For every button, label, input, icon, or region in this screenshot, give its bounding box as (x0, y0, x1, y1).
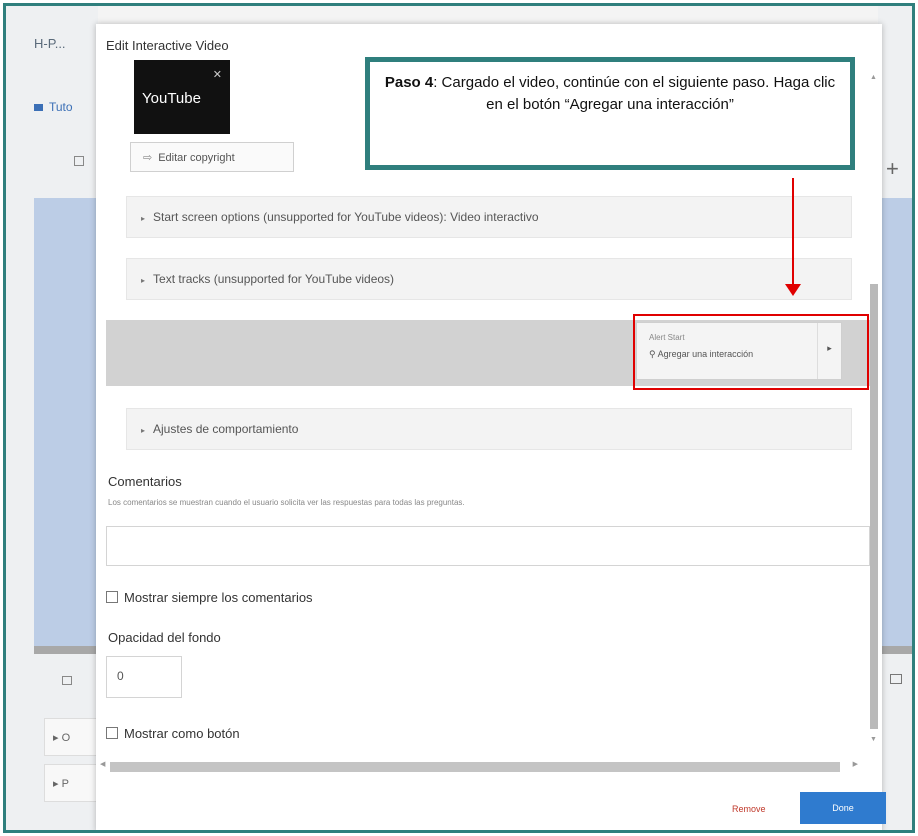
arrow-down-icon (785, 284, 801, 296)
accordion-start-screen[interactable]: ▸ Start screen options (unsupported for Y… (126, 196, 852, 238)
background-canvas (34, 198, 98, 646)
callout-text: : Cargado el video, continúe con el sigu… (433, 74, 836, 113)
caret-right-icon: ▸ (141, 276, 146, 285)
accordion-start-screen-label: Start screen options (unsupported for Yo… (153, 210, 539, 224)
dialog-title: Edit Interactive Video (106, 38, 229, 53)
horizontal-scrollbar-thumb[interactable] (110, 762, 840, 772)
accordion-text-tracks[interactable]: ▸ Text tracks (unsupported for YouTube vi… (126, 258, 852, 300)
fullscreen-icon[interactable] (890, 674, 902, 684)
background-nav-link[interactable]: Tuto (34, 100, 73, 114)
show-as-button-row[interactable]: Mostrar como botón (106, 726, 240, 741)
background-timeline-right (878, 646, 912, 654)
edit-copyright-label: Editar copyright (158, 152, 235, 164)
background-icon-2 (62, 676, 72, 685)
annotation-highlight-box (633, 314, 869, 390)
always-show-comments-label: Mostrar siempre los comentarios (124, 590, 313, 605)
background-icon (74, 156, 84, 166)
vertical-scrollbar[interactable]: ▲ ▼ (870, 74, 878, 754)
caret-right-icon: ▸ (141, 426, 146, 435)
scroll-down-icon[interactable]: ▼ (870, 736, 877, 743)
screenshot-frame: H-P... Tuto ▸ O ▸ P + Edit Interactive V… (3, 3, 915, 833)
callout-step-label: Paso 4 (384, 74, 434, 91)
background-row-2[interactable]: ▸ P (44, 764, 98, 802)
always-show-comments-row[interactable]: Mostrar siempre los comentarios (106, 590, 313, 605)
background-app-title: H-P... (34, 36, 66, 51)
accordion-behaviour[interactable]: ▸ Ajustes de comportamiento (126, 408, 852, 450)
background-timeline (34, 646, 98, 654)
comments-label: Comentarios (108, 474, 182, 489)
close-icon[interactable]: ✕ (213, 68, 222, 81)
show-as-button-checkbox[interactable] (106, 727, 118, 739)
vertical-scrollbar-thumb[interactable] (870, 284, 878, 729)
background-opacity-label: Opacidad del fondo (108, 630, 221, 645)
comments-description: Los comentarios se muestran cuando el us… (108, 498, 465, 507)
caret-right-icon: ▸ (141, 214, 146, 223)
youtube-thumbnail: ✕ YouTube (134, 60, 230, 134)
background-canvas-right (878, 198, 912, 646)
background-row-1[interactable]: ▸ O (44, 718, 98, 756)
step-callout: Paso 4: Cargado el video, continúe con e… (365, 57, 855, 170)
background-left-panel: H-P... Tuto ▸ O ▸ P (6, 6, 98, 830)
background-right-panel: + (878, 6, 912, 830)
comments-textarea[interactable] (106, 526, 870, 566)
accordion-behaviour-label: Ajustes de comportamiento (153, 422, 299, 436)
youtube-label: YouTube (142, 90, 201, 107)
copyright-icon: ⇨ (143, 152, 153, 164)
scroll-up-icon[interactable]: ▲ (870, 74, 877, 81)
remove-button[interactable]: Remove (732, 804, 766, 814)
annotation-arrow (792, 178, 794, 286)
always-show-comments-checkbox[interactable] (106, 591, 118, 603)
horizontal-scrollbar[interactable]: ◀ ▶ (100, 760, 860, 772)
plus-icon[interactable]: + (886, 156, 899, 182)
scroll-right-icon[interactable]: ▶ (853, 760, 858, 768)
scroll-left-icon[interactable]: ◀ (100, 760, 105, 768)
accordion-text-tracks-label: Text tracks (unsupported for YouTube vid… (153, 272, 395, 286)
done-button[interactable]: Done (800, 792, 886, 824)
background-opacity-input[interactable]: 0 (106, 656, 182, 698)
show-as-button-label: Mostrar como botón (124, 726, 240, 741)
edit-copyright-button[interactable]: ⇨ Editar copyright (130, 142, 294, 172)
